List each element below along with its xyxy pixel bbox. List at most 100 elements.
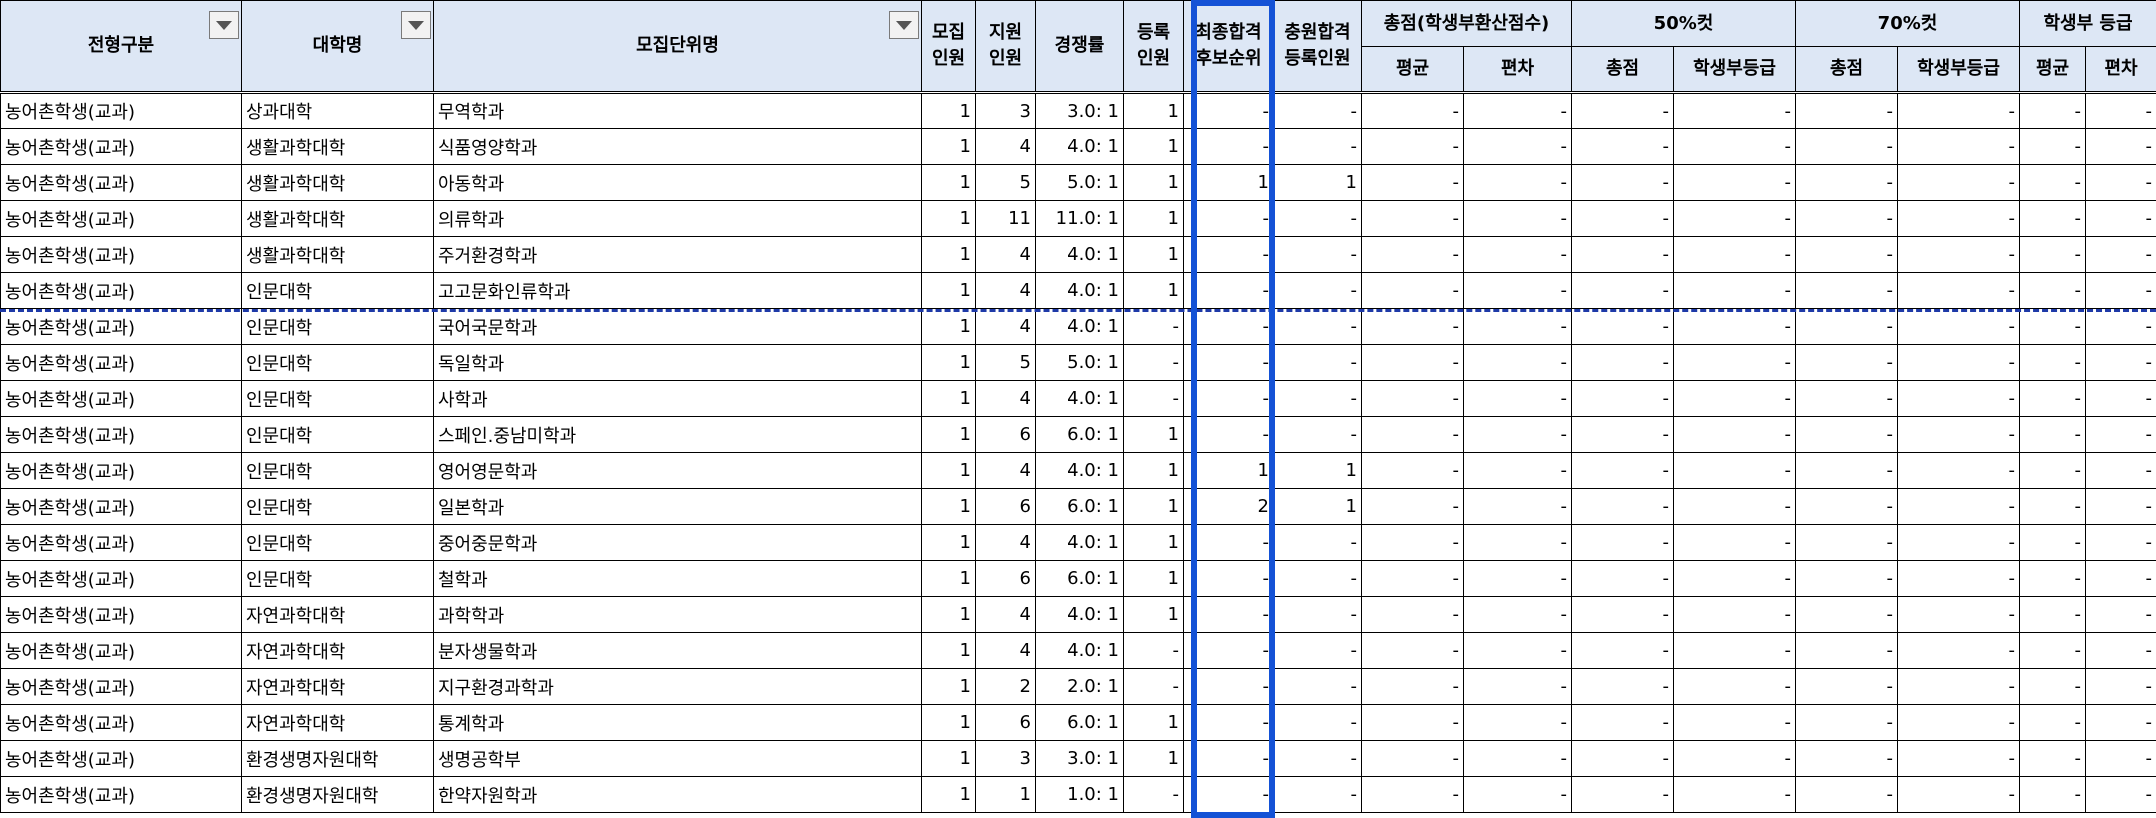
cell-ratio[interactable]: 4.0: 1 [1035,596,1124,633]
cell-total-avg[interactable]: - [1361,776,1464,813]
cell-cut50-total[interactable]: - [1571,632,1674,669]
cell-grade-dev[interactable]: - [2084,344,2156,381]
cell-cut50-grade[interactable]: - [1673,164,1796,201]
cell-grade-dev[interactable]: - [2084,524,2156,561]
cell-grade-avg[interactable]: - [2019,452,2086,489]
cell-unit[interactable]: 국어국문학과 [433,308,922,345]
cell-unit[interactable]: 영어영문학과 [433,452,922,489]
cell-total-avg[interactable]: - [1361,704,1464,741]
cell-cut70-grade[interactable]: - [1897,560,2020,597]
cell-univ[interactable]: 인문대학 [241,380,434,417]
cell-univ[interactable]: 자연과학대학 [241,668,434,705]
cell-grade-avg[interactable]: - [2019,668,2086,705]
cell-enroll[interactable]: 1 [1123,704,1184,741]
cell-type[interactable]: 농어촌학생(교과) [0,236,242,273]
cell-univ[interactable]: 자연과학대학 [241,596,434,633]
cell-recruit[interactable]: 1 [921,596,976,633]
cell-cut50-grade[interactable]: - [1673,200,1796,237]
cell-total-avg[interactable]: - [1361,740,1464,777]
cell-final-rank[interactable]: - [1183,740,1274,777]
cell-total-avg[interactable]: - [1361,380,1464,417]
cell-unit[interactable]: 생명공학부 [433,740,922,777]
cell-ratio[interactable]: 11.0: 1 [1035,200,1124,237]
cell-enroll[interactable]: 1 [1123,596,1184,633]
cell-cut70-total[interactable]: - [1795,128,1898,165]
cell-apply[interactable]: 6 [975,704,1036,741]
cell-cut70-grade[interactable]: - [1897,416,2020,453]
cell-enroll[interactable]: 1 [1123,128,1184,165]
cell-extra-enroll[interactable]: - [1273,776,1362,813]
cell-cut70-grade[interactable]: - [1897,92,2020,129]
cell-cut70-total[interactable]: - [1795,92,1898,129]
cell-recruit[interactable]: 1 [921,524,976,561]
cell-final-rank[interactable]: - [1183,524,1274,561]
cell-unit[interactable]: 무역학과 [433,92,922,129]
cell-cut50-grade[interactable]: - [1673,560,1796,597]
cell-cut70-total[interactable]: - [1795,668,1898,705]
cell-final-rank[interactable]: - [1183,632,1274,669]
cell-type[interactable]: 농어촌학생(교과) [0,272,242,309]
cell-cut70-total[interactable]: - [1795,236,1898,273]
cell-cut50-grade[interactable]: - [1673,308,1796,345]
cell-grade-avg[interactable]: - [2019,560,2086,597]
cell-grade-dev[interactable]: - [2084,128,2156,165]
cell-final-rank[interactable]: - [1183,776,1274,813]
cell-enroll[interactable]: 1 [1123,740,1184,777]
cell-grade-avg[interactable]: - [2019,632,2086,669]
cell-grade-dev[interactable]: - [2084,704,2156,741]
cell-recruit[interactable]: 1 [921,488,976,525]
cell-cut70-grade[interactable]: - [1897,344,2020,381]
cell-recruit[interactable]: 1 [921,704,976,741]
cell-extra-enroll[interactable]: 1 [1273,488,1362,525]
cell-cut70-total[interactable]: - [1795,344,1898,381]
cell-final-rank[interactable]: 1 [1183,452,1274,489]
cell-grade-avg[interactable]: - [2019,92,2086,129]
cell-enroll[interactable]: 1 [1123,416,1184,453]
cell-cut70-total[interactable]: - [1795,740,1898,777]
cell-total-avg[interactable]: - [1361,272,1464,309]
cell-unit[interactable]: 식품영양학과 [433,128,922,165]
cell-cut50-total[interactable]: - [1571,164,1674,201]
cell-ratio[interactable]: 4.0: 1 [1035,524,1124,561]
cell-cut50-grade[interactable]: - [1673,632,1796,669]
cell-grade-dev[interactable]: - [2084,308,2156,345]
cell-apply[interactable]: 4 [975,236,1036,273]
cell-grade-dev[interactable]: - [2084,776,2156,813]
cell-extra-enroll[interactable]: - [1273,632,1362,669]
cell-extra-enroll[interactable]: - [1273,416,1362,453]
cell-total-dev[interactable]: - [1463,704,1572,741]
cell-ratio[interactable]: 4.0: 1 [1035,272,1124,309]
cell-total-avg[interactable]: - [1361,344,1464,381]
cell-apply[interactable]: 4 [975,452,1036,489]
cell-cut70-total[interactable]: - [1795,488,1898,525]
cell-total-dev[interactable]: - [1463,128,1572,165]
cell-total-avg[interactable]: - [1361,488,1464,525]
cell-enroll[interactable]: 1 [1123,236,1184,273]
cell-unit[interactable]: 과학학과 [433,596,922,633]
cell-grade-avg[interactable]: - [2019,164,2086,201]
cell-cut50-grade[interactable]: - [1673,344,1796,381]
cell-ratio[interactable]: 6.0: 1 [1035,488,1124,525]
cell-cut50-grade[interactable]: - [1673,740,1796,777]
cell-type[interactable]: 농어촌학생(교과) [0,344,242,381]
filter-dropdown-icon[interactable] [889,11,919,39]
cell-enroll[interactable]: 1 [1123,92,1184,129]
column-header-type[interactable]: 전형구분 [0,0,242,93]
cell-total-dev[interactable]: - [1463,92,1572,129]
cell-apply[interactable]: 4 [975,272,1036,309]
cell-type[interactable]: 농어촌학생(교과) [0,308,242,345]
cell-cut70-total[interactable]: - [1795,704,1898,741]
cell-final-rank[interactable]: - [1183,704,1274,741]
cell-ratio[interactable]: 6.0: 1 [1035,416,1124,453]
cell-univ[interactable]: 인문대학 [241,524,434,561]
cell-final-rank[interactable]: - [1183,92,1274,129]
cell-total-dev[interactable]: - [1463,740,1572,777]
cell-ratio[interactable]: 3.0: 1 [1035,740,1124,777]
cell-total-dev[interactable]: - [1463,668,1572,705]
cell-type[interactable]: 농어촌학생(교과) [0,632,242,669]
cell-univ[interactable]: 인문대학 [241,416,434,453]
cell-total-avg[interactable]: - [1361,632,1464,669]
cell-final-rank[interactable]: - [1183,380,1274,417]
cell-apply[interactable]: 4 [975,380,1036,417]
cell-total-dev[interactable]: - [1463,560,1572,597]
